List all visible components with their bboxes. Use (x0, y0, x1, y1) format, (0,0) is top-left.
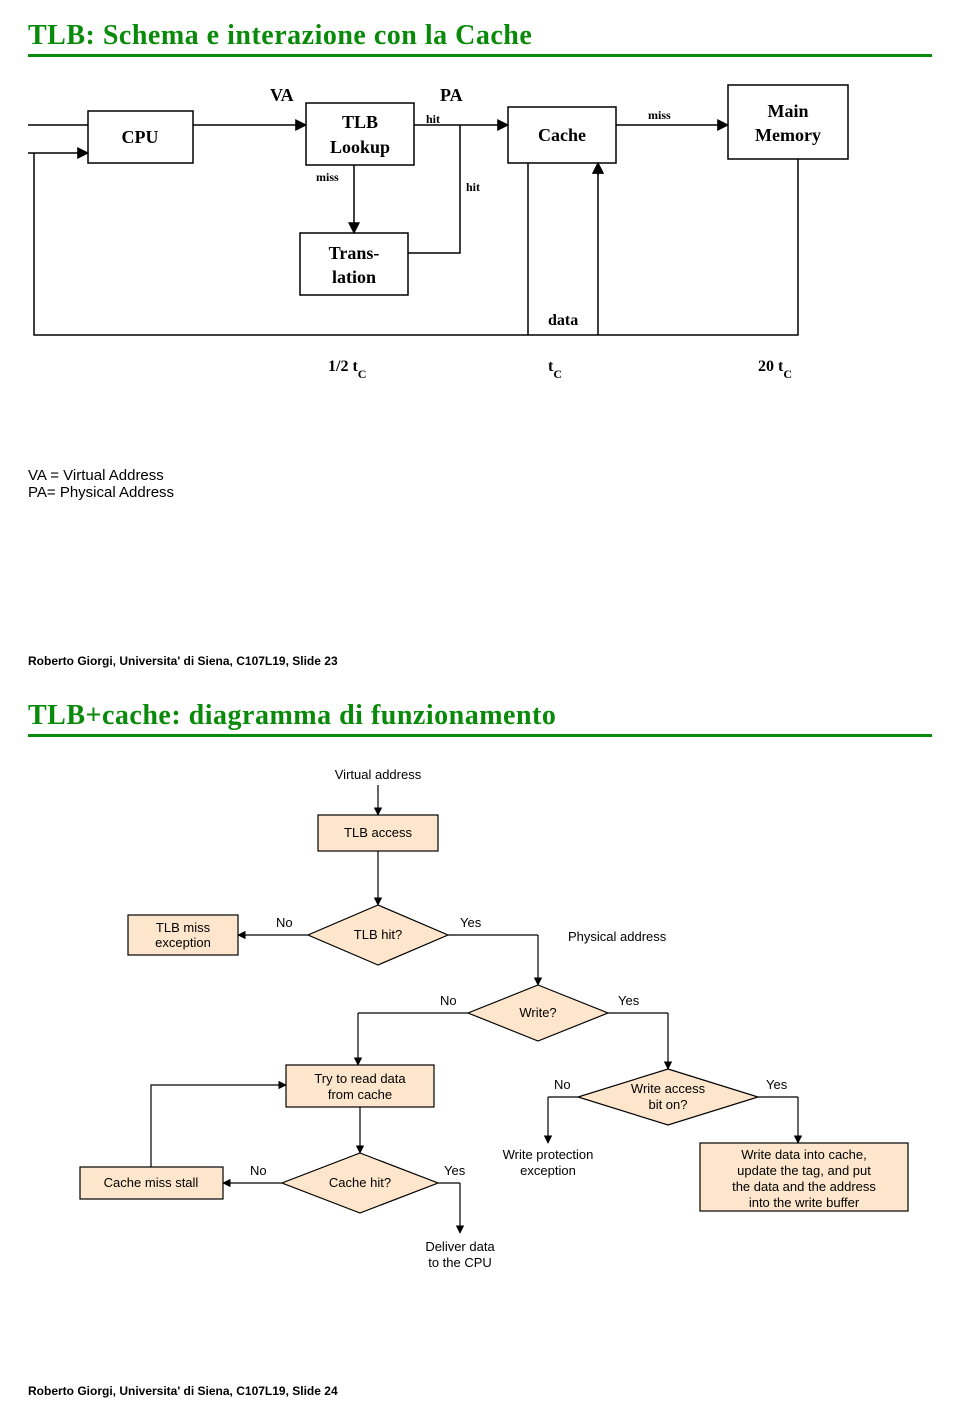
divider-2 (28, 734, 932, 737)
flowchart-svg: .fbox { fill:#fde6cc; stroke:#000; strok… (28, 755, 932, 1315)
read-2: from cache (328, 1087, 392, 1102)
wprot-2: exception (520, 1163, 576, 1178)
miss1-label: miss (648, 108, 671, 122)
tlb-schema-svg: .box { fill:#fff; stroke:#000; stroke-wi… (28, 75, 932, 455)
hit1-label: hit (426, 112, 440, 126)
yes-3: Yes (766, 1077, 788, 1092)
no-3: No (554, 1077, 571, 1092)
footer-text-2: Roberto Giorgi, Universita' di Siena, C1… (28, 1384, 338, 1398)
yes-2: Yes (618, 993, 640, 1008)
legend-pa: PA= Physical Address (28, 484, 932, 501)
tlb-text-1: TLB (342, 112, 378, 132)
trans-text-2: lation (332, 267, 376, 287)
trans-text-1: Trans- (329, 243, 380, 263)
main-text-2: Memory (755, 125, 821, 145)
waccess-2: bit on? (648, 1097, 687, 1112)
tlb-hit-node: TLB hit? (354, 927, 402, 942)
divider (28, 54, 932, 57)
read-1: Try to read data (314, 1071, 406, 1086)
t3-label: 20 tC (758, 358, 792, 381)
cpu-text: CPU (122, 127, 159, 147)
yes-4: Yes (444, 1163, 466, 1178)
pa-label: PA (440, 85, 463, 105)
no-2: No (440, 993, 457, 1008)
waccess-1: Write access (631, 1081, 706, 1096)
wdata-2: update the tag, and put (737, 1163, 871, 1178)
tlb-miss-1: TLB miss (156, 920, 211, 935)
main-text-1: Main (767, 101, 808, 121)
no-4: No (250, 1163, 267, 1178)
hit2-label: hit (466, 180, 480, 194)
page-title: TLB: Schema e interazione con la Cache (28, 20, 932, 52)
page-title-2: TLB+cache: diagramma di funzionamento (28, 700, 932, 732)
deliver-1: Deliver data (425, 1239, 495, 1254)
tlb-access-node: TLB access (344, 825, 412, 840)
va-node: Virtual address (335, 767, 422, 782)
footer-text-1: Roberto Giorgi, Universita' di Siena, C1… (28, 654, 338, 668)
tlb-text-2: Lookup (330, 137, 390, 157)
cache-text: Cache (538, 125, 586, 145)
t1-label: 1/2 tC (328, 358, 366, 381)
pa-node: Physical address (568, 929, 667, 944)
write-node: Write? (519, 1005, 556, 1020)
t2-label: tC (548, 358, 562, 381)
deliver-2: to the CPU (428, 1255, 492, 1270)
cache-hit-node: Cache hit? (329, 1175, 391, 1190)
main-memory-box (728, 85, 848, 159)
no-1: No (276, 915, 293, 930)
tlb-miss-2: exception (155, 935, 211, 950)
wdata-1: Write data into cache, (741, 1147, 867, 1162)
legend-va: VA = Virtual Address (28, 467, 932, 484)
data-label: data (548, 312, 578, 329)
miss2-label: miss (316, 170, 339, 184)
wdata-4: into the write buffer (749, 1195, 860, 1210)
wdata-3: the data and the address (732, 1179, 876, 1194)
cache-stall-node: Cache miss stall (104, 1175, 199, 1190)
yes-1: Yes (460, 915, 482, 930)
va-label: VA (270, 85, 294, 105)
wprot-1: Write protection (503, 1147, 594, 1162)
